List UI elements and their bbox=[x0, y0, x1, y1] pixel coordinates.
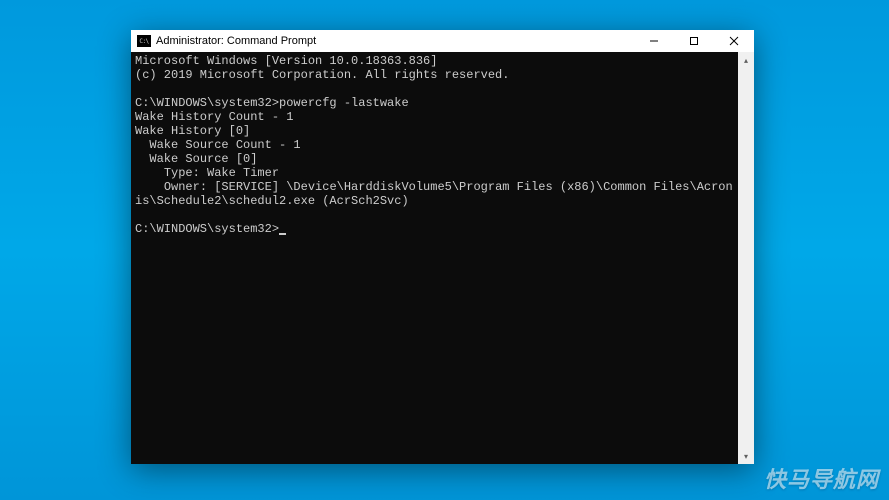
terminal-output[interactable]: Microsoft Windows [Version 10.0.18363.83… bbox=[131, 52, 738, 464]
terminal-line: Wake Source [0] bbox=[135, 152, 257, 166]
window-title: Administrator: Command Prompt bbox=[156, 35, 634, 47]
terminal-line: Wake Source Count - 1 bbox=[135, 138, 301, 152]
command-prompt-window: C:\ Administrator: Command Prompt Micros… bbox=[131, 30, 754, 464]
terminal-area: Microsoft Windows [Version 10.0.18363.83… bbox=[131, 52, 754, 464]
vertical-scrollbar[interactable]: ▴ ▾ bbox=[738, 52, 754, 464]
titlebar[interactable]: C:\ Administrator: Command Prompt bbox=[131, 30, 754, 52]
terminal-line: C:\WINDOWS\system32>powercfg -lastwake bbox=[135, 96, 409, 110]
terminal-line: Wake History Count - 1 bbox=[135, 110, 293, 124]
window-controls bbox=[634, 30, 754, 52]
cursor bbox=[279, 233, 286, 235]
terminal-line: Wake History [0] bbox=[135, 124, 250, 138]
scroll-down-button[interactable]: ▾ bbox=[738, 448, 754, 464]
minimize-button[interactable] bbox=[634, 30, 674, 52]
terminal-line: Microsoft Windows [Version 10.0.18363.83… bbox=[135, 54, 437, 68]
terminal-line: (c) 2019 Microsoft Corporation. All righ… bbox=[135, 68, 509, 82]
close-button[interactable] bbox=[714, 30, 754, 52]
maximize-button[interactable] bbox=[674, 30, 714, 52]
terminal-line: Type: Wake Timer bbox=[135, 166, 279, 180]
cmd-icon: C:\ bbox=[137, 35, 151, 47]
watermark-text: 快马导航网 bbox=[764, 462, 879, 494]
scroll-up-button[interactable]: ▴ bbox=[738, 52, 754, 68]
terminal-line: Owner: [SERVICE] \Device\HarddiskVolume5… bbox=[135, 180, 733, 208]
terminal-prompt: C:\WINDOWS\system32> bbox=[135, 222, 279, 236]
